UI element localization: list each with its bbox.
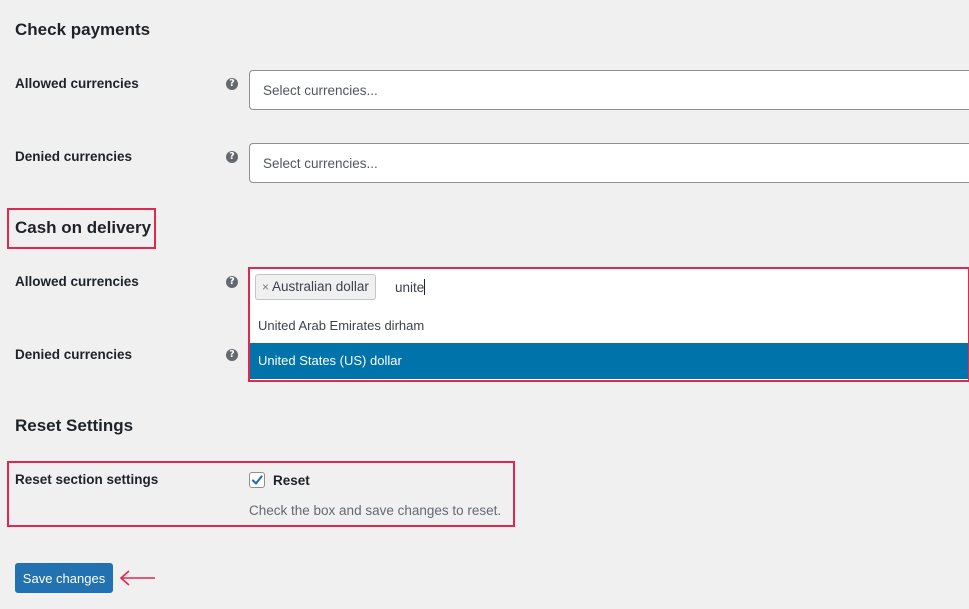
check-allowed-currencies-select[interactable]: Select currencies... [249, 70, 969, 110]
cod-denied-currencies-label: Denied currencies [15, 347, 133, 362]
select-placeholder: Select currencies... [263, 156, 378, 171]
reset-checkbox[interactable] [249, 472, 265, 488]
reset-checkbox-label[interactable]: Reset [273, 473, 310, 488]
save-changes-button[interactable]: Save changes [15, 563, 113, 593]
check-denied-currencies-select[interactable]: Select currencies... [249, 143, 969, 183]
annotation-arrow-icon [119, 570, 155, 586]
select-placeholder: Select currencies... [263, 83, 378, 98]
checkmark-icon [251, 475, 263, 485]
help-icon[interactable]: ? [226, 276, 238, 288]
section-title-cash-on-delivery: Cash on delivery [15, 218, 152, 237]
help-icon[interactable]: ? [226, 151, 238, 163]
cod-allowed-currencies-label: Allowed currencies [15, 274, 139, 289]
reset-description: Check the box and save changes to reset. [249, 503, 502, 518]
check-denied-currencies-label: Denied currencies [15, 149, 133, 164]
help-icon[interactable]: ? [226, 78, 238, 90]
reset-section-settings-label: Reset section settings [15, 472, 159, 487]
check-allowed-currencies-label: Allowed currencies [15, 76, 139, 91]
section-title-check-payments: Check payments [15, 20, 151, 39]
section-title-reset-settings: Reset Settings [15, 416, 134, 435]
help-icon[interactable]: ? [226, 349, 238, 361]
annotation-highlight-box [248, 267, 969, 382]
